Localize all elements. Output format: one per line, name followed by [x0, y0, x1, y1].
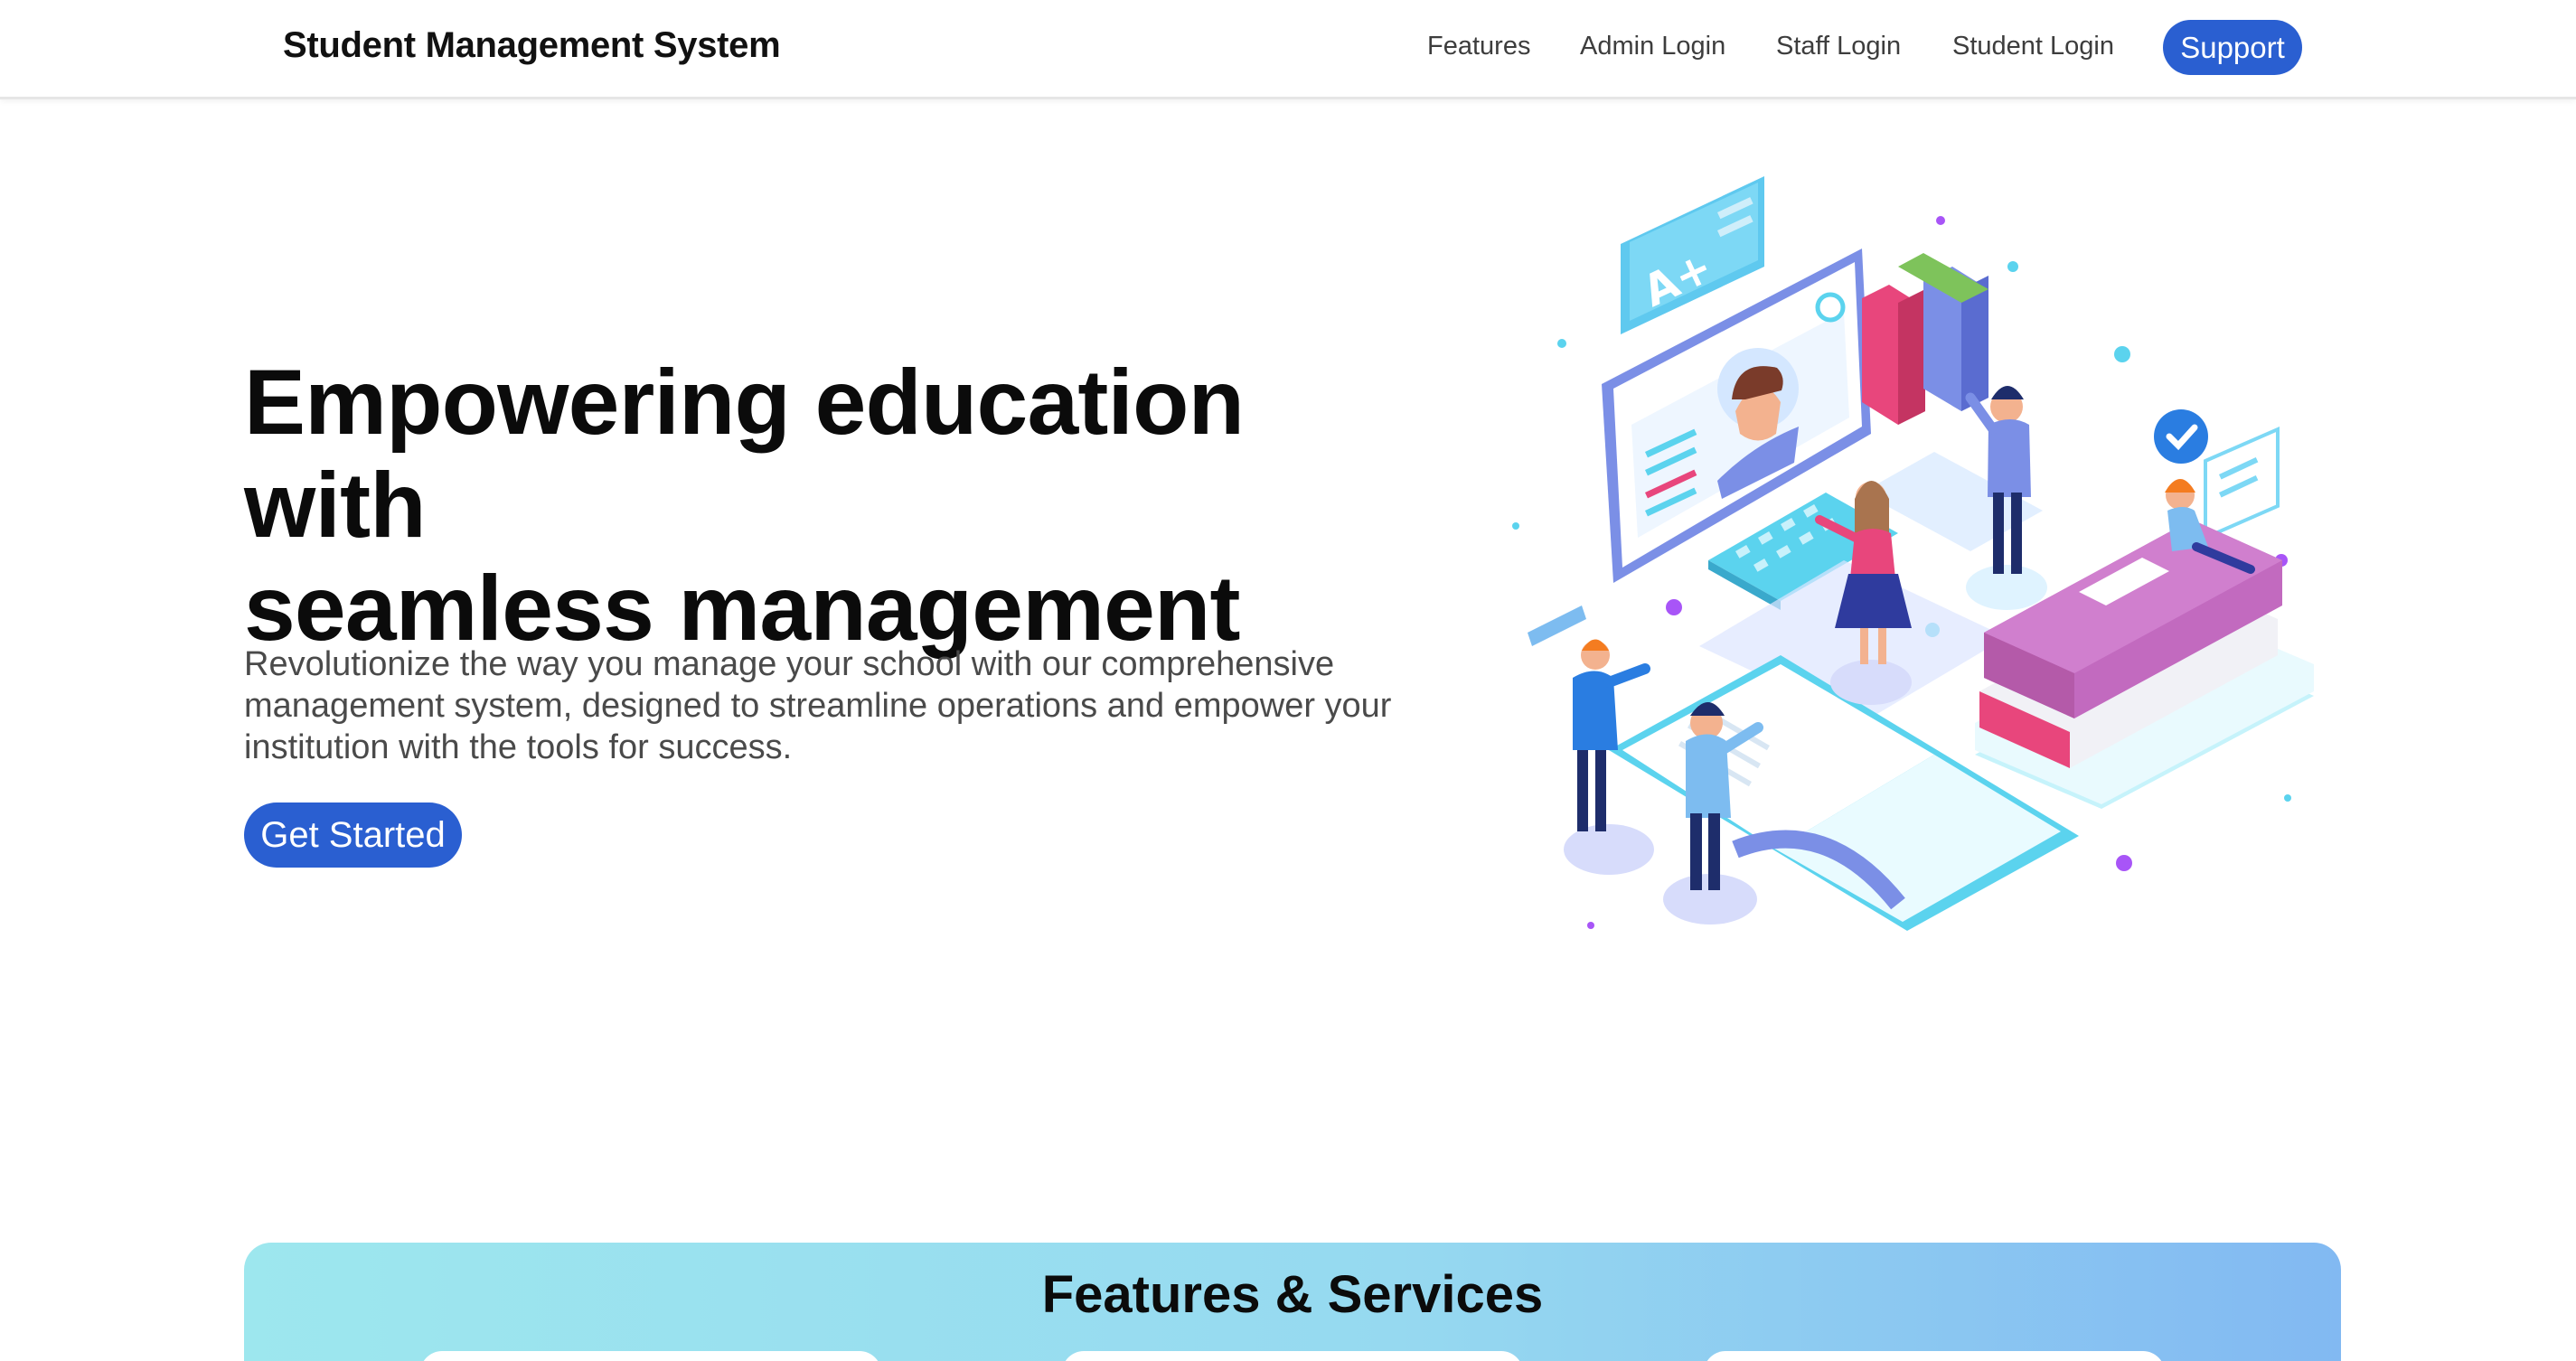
- education-illustration: A+: [1512, 176, 2314, 931]
- hero-title: Empowering education with seamless manag…: [244, 351, 1419, 660]
- person-pointing: [1573, 639, 1650, 831]
- support-button[interactable]: Support: [2163, 20, 2302, 75]
- hero-description: Revolutionize the way you manage your sc…: [244, 645, 1392, 766]
- nav-link-student-login[interactable]: Student Login: [1952, 32, 2114, 61]
- get-started-button[interactable]: Get Started: [244, 803, 462, 868]
- nav-link-staff-login[interactable]: Staff Login: [1776, 32, 1901, 61]
- nav-link-features[interactable]: Features: [1427, 32, 1530, 61]
- feature-card-2: [1062, 1351, 1523, 1361]
- book-stack-right: [1975, 520, 2314, 809]
- hero-title-line-1: Empowering education with: [244, 351, 1245, 557]
- features-section: Features & Services: [244, 1243, 2341, 1361]
- brand-logo-text[interactable]: Student Management System: [283, 25, 781, 66]
- features-title: Features & Services: [1041, 1265, 1544, 1324]
- feature-card-1: [420, 1351, 881, 1361]
- feature-card-3: [1704, 1351, 2165, 1361]
- nav-link-admin-login[interactable]: Admin Login: [1580, 32, 1725, 61]
- navbar: Student Management System Features Admin…: [0, 0, 2576, 99]
